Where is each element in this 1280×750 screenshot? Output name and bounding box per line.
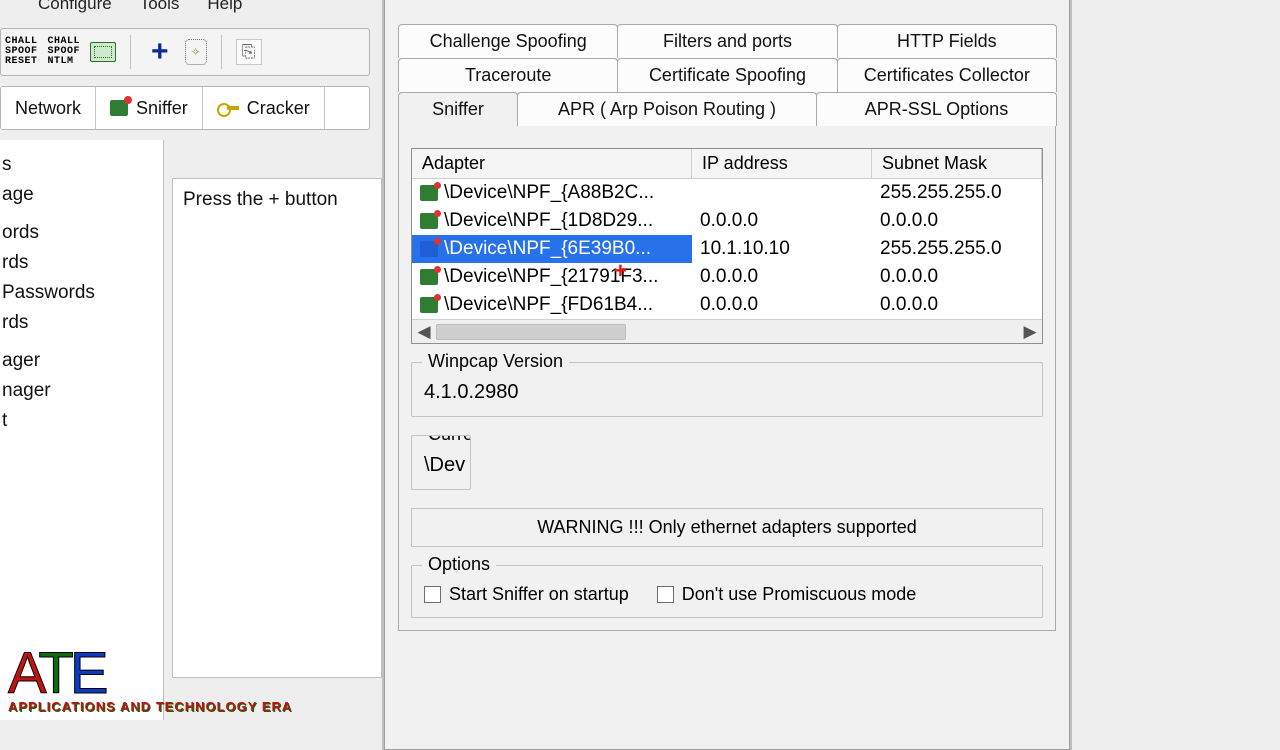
toolbar: CHALL SPOOF RESET CHALL SPOOF NTLM + ⎘ <box>0 28 370 76</box>
adapter-name: \Device\NPF_{6E39B0... <box>444 238 651 260</box>
adapter-mask: 255.255.255.0 <box>872 235 1042 263</box>
nic-icon <box>420 269 438 285</box>
tab-certificate-spoofing[interactable]: Certificate Spoofing <box>617 58 837 92</box>
tab-traceroute[interactable]: Traceroute <box>398 58 618 92</box>
tree-item[interactable]: rds <box>0 308 159 338</box>
add-button[interactable]: + <box>145 35 175 69</box>
adapter-ip: 0.0.0.0 <box>692 263 872 291</box>
tree-item[interactable]: ager <box>0 346 159 376</box>
dialog-body: Adapter IP address Subnet Mask \Device\N… <box>398 126 1056 631</box>
tree-item[interactable]: Passwords <box>0 278 159 308</box>
logo-letter: A <box>8 641 38 706</box>
tree-item[interactable]: s <box>0 150 159 180</box>
key-icon <box>217 101 239 115</box>
adapter-row[interactable]: \Device\NPF_{FD61B4... 0.0.0.0 0.0.0.0 <box>412 291 1042 319</box>
tree-item[interactable]: nager <box>0 376 159 406</box>
tab-apr-ssl[interactable]: APR-SSL Options <box>816 92 1057 126</box>
tree-item[interactable]: age <box>0 180 159 210</box>
tab-cracker[interactable]: Cracker <box>203 87 325 129</box>
cursor-crosshair-icon: + <box>614 258 627 284</box>
configuration-dialog: Challenge Spoofing Filters and ports HTT… <box>382 0 1072 750</box>
logo-letter: E <box>70 641 105 706</box>
opt-no-promiscuous[interactable]: Don't use Promiscuous mode <box>657 584 917 605</box>
current-adapter-group: Curre \Dev <box>411 435 471 490</box>
divider <box>130 35 131 69</box>
current-adapter: \Dev <box>424 454 458 477</box>
adapter-row[interactable]: \Device\NPF_{1D8D29... 0.0.0.0 0.0.0.0 <box>412 207 1042 235</box>
left-tree[interactable]: s age ords rds Passwords rds ager nager … <box>0 140 164 720</box>
adapter-mask: 255.255.255.0 <box>872 179 1042 207</box>
logo-letter: T <box>38 641 69 706</box>
col-ip[interactable]: IP address <box>692 149 872 179</box>
tab-sniffer[interactable]: Sniffer <box>96 87 203 129</box>
tab-label: Network <box>15 98 81 119</box>
tab-certificates-collector[interactable]: Certificates Collector <box>837 58 1057 92</box>
adapter-row[interactable]: \Device\NPF_{A88B2C... 255.255.255.0 <box>412 179 1042 207</box>
hint-text: Press the + button <box>183 189 338 210</box>
adapter-mask: 0.0.0.0 <box>872 291 1042 319</box>
scroll-thumb[interactable] <box>436 324 626 340</box>
tab-label: Cracker <box>247 98 310 119</box>
adapter-listview[interactable]: Adapter IP address Subnet Mask \Device\N… <box>411 148 1043 344</box>
listview-hscrollbar[interactable]: ◀ ▶ <box>412 319 1042 343</box>
tab-filters-ports[interactable]: Filters and ports <box>617 24 837 58</box>
nic-icon <box>110 100 128 116</box>
nic-icon <box>420 241 438 257</box>
checkbox-icon[interactable] <box>657 586 674 603</box>
col-adapter[interactable]: Adapter <box>412 149 692 179</box>
group-legend: Winpcap Version <box>422 351 569 372</box>
winpcap-group: Winpcap Version 4.1.0.2980 <box>411 362 1043 417</box>
tab-http-fields[interactable]: HTTP Fields <box>837 24 1057 58</box>
adapter-ip: 10.1.10.10 <box>692 235 872 263</box>
main-tab-strip: Network Sniffer Cracker <box>0 86 370 130</box>
adapter-name: \Device\NPF_{FD61B4... <box>444 294 653 316</box>
tab-network[interactable]: Network <box>1 87 96 129</box>
chip-icon[interactable] <box>90 42 116 62</box>
adapter-name: \Device\NPF_{A88B2C... <box>444 182 654 204</box>
menu-configure[interactable]: Configure <box>38 0 112 24</box>
tab-label: Sniffer <box>136 98 188 119</box>
group-legend: Curre <box>422 435 471 445</box>
tree-item[interactable]: rds <box>0 248 159 278</box>
tree-item <box>0 338 159 346</box>
adapter-ip: 0.0.0.0 <box>692 207 872 235</box>
adapter-row-selected[interactable]: \Device\NPF_{6E39B0... 10.1.10.10 255.25… <box>412 235 1042 263</box>
tree-item <box>0 210 159 218</box>
chall-spoof-ntlm-icon[interactable]: CHALL SPOOF NTLM <box>48 37 81 67</box>
nic-icon <box>420 213 438 229</box>
group-legend: Options <box>422 554 496 575</box>
tool-button[interactable]: ⎘ <box>236 39 262 65</box>
menu-help[interactable]: Help <box>207 0 242 24</box>
logo-subtitle: APPLICATIONS AND TECHNOLOGY ERA <box>8 699 292 714</box>
tab-sniffer-dialog[interactable]: Sniffer <box>398 92 518 126</box>
listview-header: Adapter IP address Subnet Mask <box>412 149 1042 179</box>
tab-challenge-spoofing[interactable]: Challenge Spoofing <box>398 24 618 58</box>
adapter-name: \Device\NPF_{1D8D29... <box>444 210 653 232</box>
adapter-ip <box>692 179 872 207</box>
nic-icon <box>420 297 438 313</box>
shield-icon[interactable] <box>185 39 207 65</box>
adapter-row[interactable]: \Device\NPF_{21791F3... 0.0.0.0 0.0.0.0 <box>412 263 1042 291</box>
col-mask[interactable]: Subnet Mask <box>872 149 1042 179</box>
divider <box>221 35 222 69</box>
nic-icon <box>420 185 438 201</box>
warning-banner: WARNING !!! Only ethernet adapters suppo… <box>411 508 1043 547</box>
winpcap-version: 4.1.0.2980 <box>424 381 1030 404</box>
adapter-ip: 0.0.0.0 <box>692 291 872 319</box>
hint-panel: Press the + button <box>172 178 382 678</box>
watermark-logo: ATE APPLICATIONS AND TECHNOLOGY ERA <box>8 649 292 714</box>
adapter-mask: 0.0.0.0 <box>872 207 1042 235</box>
scroll-left-icon[interactable]: ◀ <box>412 320 436 343</box>
tree-item[interactable]: t <box>0 406 159 436</box>
options-group: Options Start Sniffer on startup Don't u… <box>411 565 1043 618</box>
scroll-right-icon[interactable]: ▶ <box>1018 320 1042 343</box>
menu-tools[interactable]: Tools <box>140 0 180 24</box>
opt-start-sniffer[interactable]: Start Sniffer on startup <box>424 584 629 605</box>
adapter-mask: 0.0.0.0 <box>872 263 1042 291</box>
chall-spoof-reset-icon[interactable]: CHALL SPOOF RESET <box>5 37 38 67</box>
tree-item[interactable]: ords <box>0 218 159 248</box>
tab-apr[interactable]: APR ( Arp Poison Routing ) <box>517 92 817 126</box>
checkbox-icon[interactable] <box>424 586 441 603</box>
dialog-tabs: Challenge Spoofing Filters and ports HTT… <box>384 24 1070 126</box>
